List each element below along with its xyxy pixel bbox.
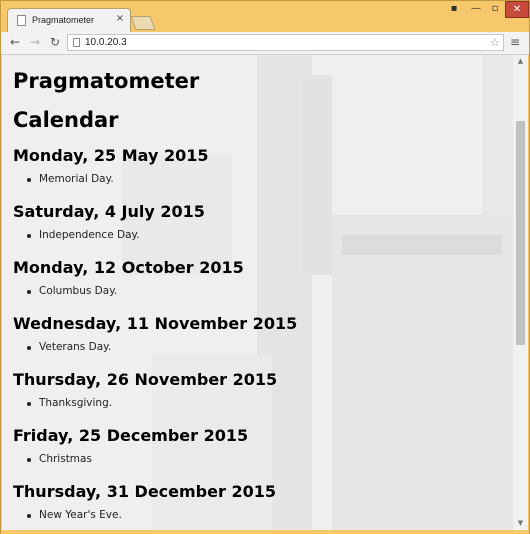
url-text: 10.0.20.3 bbox=[85, 37, 127, 48]
list-item: Independence Day. bbox=[13, 229, 205, 241]
arrow-left-icon[interactable]: ← bbox=[7, 34, 23, 50]
maximize-icon[interactable]: ▫ bbox=[486, 1, 504, 18]
page-icon bbox=[17, 15, 26, 26]
calendar-event: Wednesday, 11 November 2015 Veterans Day… bbox=[13, 314, 297, 353]
user-icon[interactable]: ▪ bbox=[444, 1, 464, 18]
list-item: Columbus Day. bbox=[13, 285, 244, 297]
reload-icon[interactable]: ↻ bbox=[47, 34, 63, 50]
tab-close-icon[interactable]: × bbox=[114, 13, 126, 25]
event-date: Saturday, 4 July 2015 bbox=[13, 202, 205, 221]
list-item: Thanksgiving. bbox=[13, 397, 277, 409]
calendar-event: Thursday, 26 November 2015 Thanksgiving. bbox=[13, 370, 277, 409]
page-info-icon[interactable] bbox=[73, 38, 80, 47]
tab-title: Pragmatometer bbox=[32, 15, 95, 25]
event-date: Monday, 12 October 2015 bbox=[13, 258, 244, 277]
list-item: Veterans Day. bbox=[13, 341, 297, 353]
page-title: Calendar bbox=[13, 108, 119, 132]
event-date: Friday, 25 December 2015 bbox=[13, 426, 249, 445]
calendar-event: Friday, 25 December 2015 Christmas bbox=[13, 426, 248, 465]
event-date: Thursday, 31 December 2015 bbox=[13, 482, 276, 501]
list-item: Christmas bbox=[13, 453, 248, 465]
event-date: Monday, 25 May 2015 bbox=[13, 146, 209, 165]
vertical-scrollbar[interactable]: ▲ ▼ bbox=[513, 55, 528, 530]
event-list: New Year's Eve. bbox=[13, 509, 276, 521]
browser-toolbar: ← → ↻ 10.0.20.3 ☆ ≡ bbox=[1, 32, 529, 55]
new-tab-button[interactable] bbox=[130, 16, 156, 30]
event-list: Christmas bbox=[13, 453, 248, 465]
page-content: Pragmatometer Calendar Monday, 25 May 20… bbox=[2, 55, 512, 530]
minimize-icon[interactable]: — bbox=[467, 1, 485, 18]
address-bar[interactable]: 10.0.20.3 ☆ bbox=[67, 34, 504, 51]
site-title: Pragmatometer bbox=[13, 69, 200, 93]
calendar-event: Monday, 12 October 2015 Columbus Day. bbox=[13, 258, 244, 297]
event-list: Memorial Day. bbox=[13, 173, 209, 185]
list-item: Memorial Day. bbox=[13, 173, 209, 185]
browser-window: Pragmatometer × ▪ — ▫ ✕ ← → ↻ 10.0.20.3 … bbox=[0, 0, 530, 534]
event-list: Thanksgiving. bbox=[13, 397, 277, 409]
title-bar: Pragmatometer × ▪ — ▫ ✕ bbox=[1, 1, 529, 32]
tab-pragmatometer[interactable]: Pragmatometer × bbox=[7, 8, 131, 32]
event-date: Wednesday, 11 November 2015 bbox=[13, 314, 298, 333]
page-viewport: Pragmatometer Calendar Monday, 25 May 20… bbox=[2, 55, 528, 530]
event-date: Thursday, 26 November 2015 bbox=[13, 370, 278, 389]
hamburger-menu-icon[interactable]: ≡ bbox=[508, 35, 522, 49]
calendar-event: Thursday, 31 December 2015 New Year's Ev… bbox=[13, 482, 276, 521]
event-list: Independence Day. bbox=[13, 229, 205, 241]
arrow-right-icon[interactable]: → bbox=[27, 34, 43, 50]
scroll-up-icon[interactable]: ▲ bbox=[513, 55, 528, 68]
calendar-event: Monday, 25 May 2015 Memorial Day. bbox=[13, 146, 209, 185]
event-list: Columbus Day. bbox=[13, 285, 244, 297]
scrollbar-thumb[interactable] bbox=[516, 121, 525, 345]
calendar-event: Saturday, 4 July 2015 Independence Day. bbox=[13, 202, 205, 241]
event-list: Veterans Day. bbox=[13, 341, 297, 353]
star-icon[interactable]: ☆ bbox=[490, 35, 500, 50]
scroll-down-icon[interactable]: ▼ bbox=[513, 517, 528, 530]
close-icon[interactable]: ✕ bbox=[505, 1, 529, 18]
list-item: New Year's Eve. bbox=[13, 509, 276, 521]
window-bottom-frame bbox=[1, 530, 529, 534]
